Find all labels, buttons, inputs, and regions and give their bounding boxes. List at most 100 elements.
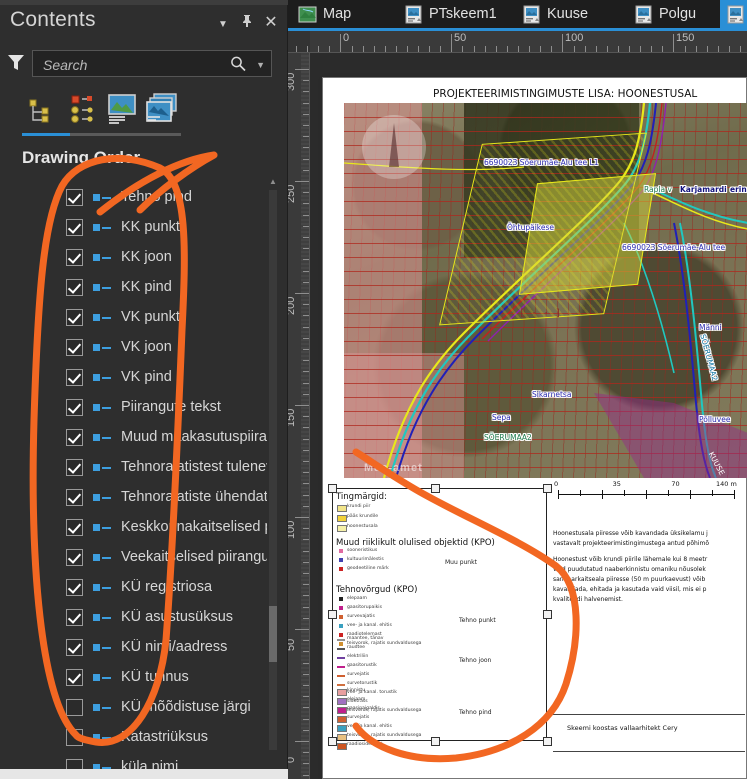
layer-list-scrollbar[interactable]: ▲ [267,176,279,772]
ruler-minor-tick [303,539,309,540]
layer-label: KK punkt [121,219,180,235]
tab-polgu[interactable]: Polgu [628,0,704,28]
ruler-minor-tick [729,46,730,52]
scrollbar-thumb[interactable] [269,606,277,662]
ruler-minor-tick [303,472,309,473]
selection-handle[interactable] [543,737,552,746]
layer-list[interactable]: Tehno pind KK punkt KK joon KK pind VK punkt… [0,182,274,772]
list-item[interactable]: Katastriüksus [0,722,274,752]
layer-visibility-checkbox[interactable] [66,638,83,656]
magnifier-icon[interactable] [229,55,247,73]
scrollbar-track[interactable] [269,190,277,750]
view-tab-bar[interactable]: Map PTskeem1 Kuuse Polgu [288,0,747,31]
ruler-minor-tick [303,663,309,664]
layout-page[interactable]: PROJEKTEERIMISTINGIMUSTE LISA: HOONESTUS… [322,77,747,779]
snapping-icon-svg [146,93,177,122]
ruler-minor-tick [303,338,309,339]
layer-label: VK pind [121,369,172,385]
legend-frame[interactable]: Tingmärgid: krundi piir pääs krundile hoon… [332,488,547,750]
layer-visibility-checkbox[interactable] [66,218,83,236]
selection-handle[interactable] [328,737,337,746]
selection-handle[interactable] [543,484,552,493]
layer-visibility-checkbox[interactable] [66,398,83,416]
selection-handle[interactable] [328,484,337,493]
list-item[interactable]: Tehno pind [0,182,274,212]
list-item[interactable]: KÜ asustusüksus [0,602,274,632]
list-item[interactable]: Tehnorajatistest tulenev [0,452,274,482]
parcel-polygon-building-area[interactable] [518,173,657,295]
layer-visibility-checkbox[interactable] [66,668,83,686]
layer-visibility-checkbox[interactable] [66,368,83,386]
list-item[interactable]: KK joon [0,242,274,272]
layer-visibility-checkbox[interactable] [66,548,83,566]
selection-handle[interactable] [543,610,552,619]
layer-visibility-checkbox[interactable] [66,578,83,596]
list-item[interactable]: KÜ registriosa [0,572,274,602]
list-item[interactable]: Veekaitselised piirangu [0,542,274,572]
list-item[interactable]: VK joon [0,332,274,362]
tab-map[interactable]: Map [292,0,359,28]
close-icon[interactable]: ✕ [262,14,280,32]
signature-text: Skeemi koostas vallaarhitekt Cery [567,724,678,732]
filter-funnel-icon[interactable] [6,52,26,74]
list-item[interactable]: KÜ nimi/aadress [0,632,274,662]
selection-handle[interactable] [431,737,440,746]
tab-kuuse[interactable]: Kuuse [516,0,596,28]
tab-ptskeem1[interactable]: PTskeem1 [398,0,505,28]
layer-visibility-checkbox[interactable] [66,308,83,326]
layer-visibility-checkbox[interactable] [66,608,83,626]
layer-visibility-checkbox[interactable] [66,488,83,506]
layer-visibility-checkbox[interactable] [66,458,83,476]
list-by-source-icon[interactable] [60,88,100,128]
ruler-minor-tick [303,226,309,227]
chevron-down-icon[interactable]: ▼ [256,60,265,70]
layer-visibility-checkbox[interactable] [66,428,83,446]
layer-visibility-checkbox[interactable] [66,518,83,536]
layout-canvas[interactable]: PROJEKTEERIMISTINGIMUSTE LISA: HOONESTUS… [311,53,747,779]
chevron-down-icon[interactable]: ▼ [214,16,232,34]
list-by-snapping-icon[interactable] [142,88,182,128]
ruler-minor-tick [303,170,309,171]
list-item[interactable]: VK pind [0,362,274,392]
tab-active-view[interactable] [720,0,747,28]
scale-bar-tick [712,490,713,496]
layer-visibility-checkbox[interactable] [66,248,83,266]
list-item[interactable]: Muud maakasutuspiirar [0,422,274,452]
layer-visibility-checkbox[interactable] [66,698,83,716]
legend-swatch [337,515,347,522]
layout-view-icon [404,5,423,24]
ruler-minor-tick [507,46,508,52]
ruler-minor-tick [374,46,375,52]
map-frame[interactable]: 6690023 Sõerumäe-Alu tee L1 Rapla v Karj… [344,103,747,478]
layer-visibility-checkbox[interactable] [66,278,83,296]
ruler-minor-tick [574,46,575,52]
list-item[interactable]: KK pind [0,272,274,302]
list-item[interactable]: KK punkt [0,212,274,242]
layer-label: Tehno pind [121,189,192,205]
ruler-minor-tick [451,46,452,52]
search-input[interactable] [41,54,225,76]
scale-bar-tick [602,490,603,499]
scroll-up-arrow-icon[interactable]: ▲ [267,176,279,188]
pin-icon[interactable] [238,14,256,32]
layer-visibility-checkbox[interactable] [66,338,83,356]
selection-handle[interactable] [328,610,337,619]
layer-symbology-icon [93,672,111,682]
list-item[interactable]: Tehnorajatiste ühendatu [0,482,274,512]
layer-visibility-checkbox[interactable] [66,188,83,206]
list-item[interactable]: VK punkt [0,302,274,332]
layer-symbology-icon [93,372,111,382]
list-by-selection-icon[interactable] [102,88,142,128]
list-item[interactable]: Keskkonnakaitselised pi [0,512,274,542]
list-by-drawing-order-icon[interactable] [20,88,60,128]
layer-visibility-checkbox[interactable] [66,728,83,746]
ruler-minor-tick [618,46,619,52]
page-title: Contents [10,8,96,31]
list-item[interactable]: KÜ mõõdistuse järgi [0,692,274,722]
list-item[interactable]: Piirangute tekst [0,392,274,422]
ruler-minor-tick [303,763,309,764]
legend-item-label: vee- ja kanal. ehitis [347,724,392,729]
search-box[interactable]: ▼ [32,50,272,77]
selection-handle[interactable] [431,484,440,493]
list-item[interactable]: KÜ tunnus [0,662,274,692]
